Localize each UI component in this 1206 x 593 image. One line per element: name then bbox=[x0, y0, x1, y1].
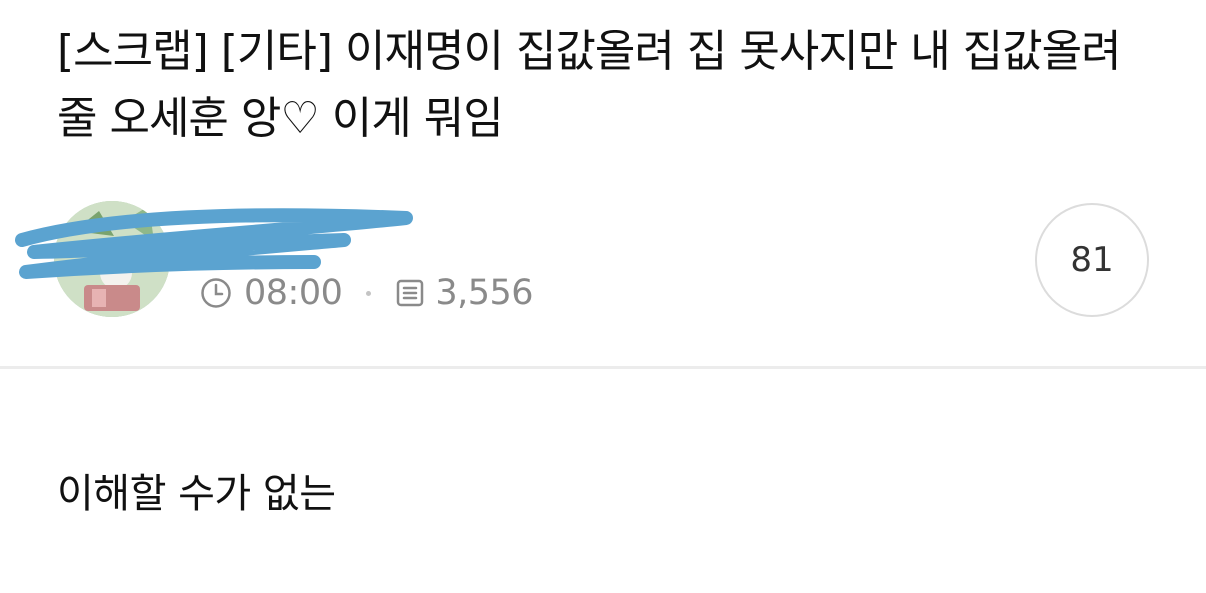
view-count: 3,556 bbox=[435, 273, 534, 313]
post-title: [스크랩] [기타] 이재명이 집값올려 집 못사지만 내 집값올려줄 오세훈 … bbox=[57, 26, 1122, 144]
post-meta: 08:00 3,556 bbox=[200, 270, 534, 316]
divider bbox=[0, 366, 1206, 369]
post-time: 08:00 bbox=[244, 273, 343, 313]
clock-icon bbox=[200, 277, 232, 309]
comment-count: 81 bbox=[1070, 240, 1114, 280]
document-icon bbox=[395, 278, 425, 308]
comment-count-button[interactable]: 81 bbox=[1035, 203, 1149, 317]
meta-separator bbox=[366, 290, 372, 296]
post-body: 이해할 수가 없는 bbox=[57, 471, 336, 517]
